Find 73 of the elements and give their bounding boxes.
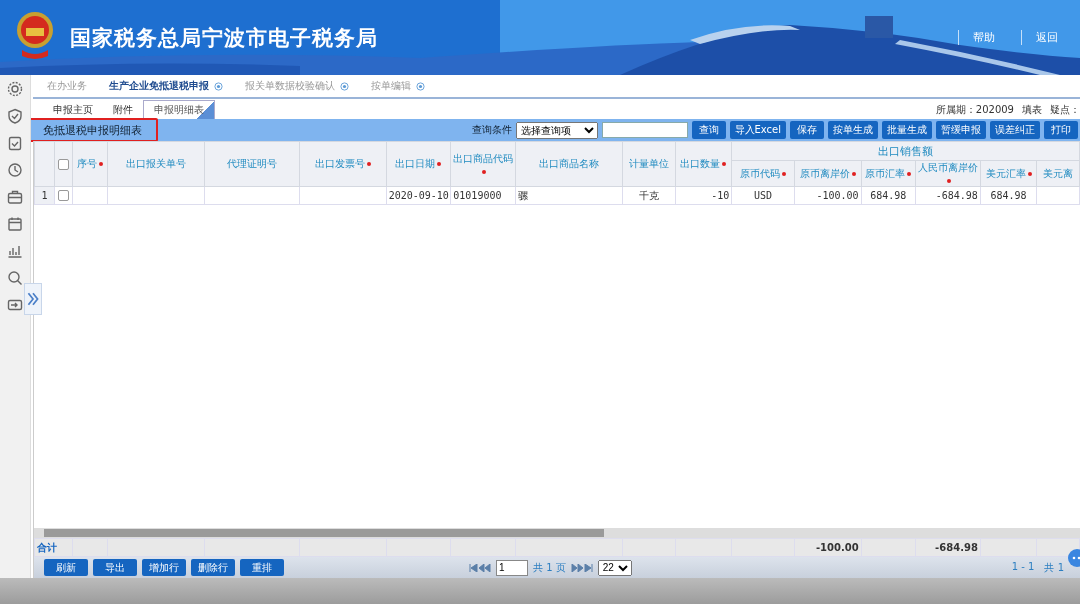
- action-button[interactable]: 增加行: [142, 559, 186, 576]
- column-header: 出口商品代码: [450, 141, 516, 187]
- column-header: 出口商品名称: [515, 141, 623, 187]
- table-cell: -10: [675, 186, 732, 205]
- period-label: 所属期：202009: [935, 103, 1014, 117]
- record-range: 1 - 1: [1011, 560, 1035, 574]
- column-group-header: 出口销售额: [731, 141, 1080, 161]
- column-header: 序号: [72, 141, 108, 187]
- clipboard-check-icon[interactable]: [7, 135, 23, 151]
- action-button[interactable]: 删除行: [191, 559, 235, 576]
- column-header: 出口日期: [386, 141, 451, 187]
- sub-tab[interactable]: 附件: [103, 101, 143, 119]
- query-label: 查询条件: [471, 123, 512, 137]
- first-page-icon[interactable]: [469, 563, 491, 572]
- card-icon[interactable]: [7, 297, 23, 313]
- nav-tab[interactable]: 报关单数据校验确认: [245, 79, 349, 93]
- toolbar-button[interactable]: 按单生成: [828, 121, 878, 139]
- row-checkbox[interactable]: [58, 190, 70, 202]
- header-link[interactable]: 返回: [1021, 30, 1058, 45]
- toolbar-button[interactable]: 查询: [691, 121, 726, 139]
- search-icon[interactable]: [7, 270, 23, 286]
- column-header: 代理证明号: [204, 141, 300, 187]
- total-cell: -684.98: [915, 538, 981, 557]
- site-title: 国家税务总局宁波市电子税务局: [70, 24, 379, 52]
- bar-chart-icon[interactable]: [7, 243, 23, 259]
- toolbar-button[interactable]: 打印: [1044, 121, 1078, 139]
- nav-tab[interactable]: 在办业务: [47, 79, 87, 93]
- double-chevron-icon[interactable]: [25, 291, 41, 307]
- toolbar-button[interactable]: 暂缓申报: [936, 121, 986, 139]
- expand-sidebar-button[interactable]: [24, 283, 42, 315]
- briefcase-icon[interactable]: [7, 189, 23, 205]
- table-cell: 骡: [515, 186, 623, 205]
- doubt-label: 疑点：: [1050, 103, 1080, 117]
- page-size-select[interactable]: 22: [597, 559, 632, 576]
- toolbar-button[interactable]: 误差纠正: [990, 121, 1040, 139]
- query-select[interactable]: 选择查询项: [515, 121, 598, 139]
- select-all-checkbox[interactable]: [58, 158, 70, 170]
- toolbar-button[interactable]: 批量生成: [882, 121, 932, 139]
- table-cell: 千克: [622, 186, 676, 205]
- fill-label: 填表: [1022, 103, 1042, 117]
- query-input[interactable]: [601, 122, 688, 138]
- action-button[interactable]: 导出: [93, 559, 137, 576]
- table-cell: -100.00: [794, 186, 862, 205]
- toolbar-button[interactable]: 导入Excel: [729, 121, 786, 139]
- table-cell: 684.98: [861, 186, 916, 205]
- table-cell: 01019000: [450, 186, 516, 205]
- settings-icon[interactable]: [7, 81, 23, 97]
- nav-tab[interactable]: 按单编辑: [371, 79, 425, 93]
- column-header: 出口数量: [675, 141, 732, 187]
- table-cell: 2020-09-10: [386, 186, 451, 205]
- page-count: 共 1 页: [533, 560, 566, 575]
- table-cell: 684.98: [980, 186, 1037, 205]
- sub-tab[interactable]: 申报主页: [43, 101, 103, 119]
- horizontal-scrollbar[interactable]: [34, 528, 1080, 538]
- header-link[interactable]: 帮助: [958, 30, 995, 45]
- toolbar-button[interactable]: 保存: [790, 121, 824, 139]
- table-cell: -684.98: [915, 186, 981, 205]
- column-header: 出口报关单号: [107, 141, 205, 187]
- page-input[interactable]: 1: [496, 559, 528, 576]
- calendar-icon[interactable]: [7, 216, 23, 232]
- total-cell: -100.00: [794, 538, 862, 557]
- column-header: 出口发票号: [299, 141, 387, 187]
- nav-tab[interactable]: 生产企业免抵退税申报: [109, 79, 223, 93]
- totals-label: 合计: [34, 538, 73, 557]
- column-header: 计量单位: [622, 141, 676, 187]
- action-button[interactable]: 重排: [240, 559, 284, 576]
- clock-icon[interactable]: [7, 162, 23, 178]
- shield-check-icon[interactable]: [7, 108, 23, 124]
- last-page-icon[interactable]: [570, 563, 593, 572]
- sub-tab[interactable]: 申报明细表: [143, 100, 215, 119]
- table-cell: USD: [731, 186, 795, 205]
- record-total: 共 1: [1044, 560, 1064, 575]
- action-button[interactable]: 刷新: [44, 559, 88, 576]
